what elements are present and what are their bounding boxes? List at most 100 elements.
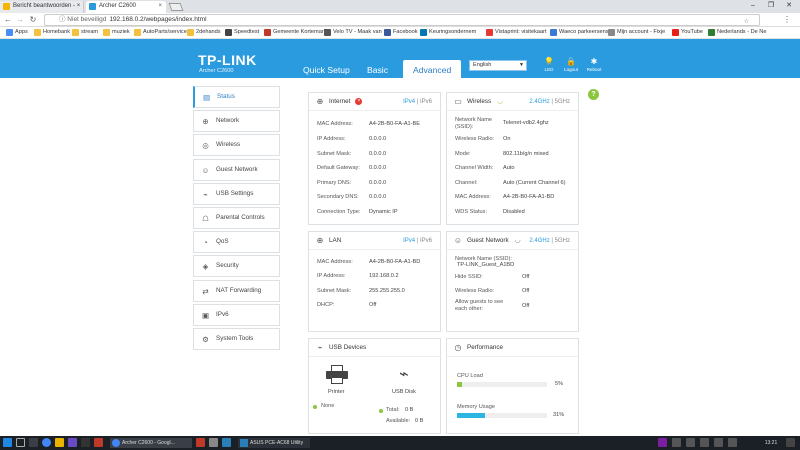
app-icon[interactable] [209,438,218,447]
field-value: 255.255.255.0 [369,288,405,294]
band-5-toggle[interactable]: 5GHz [555,99,570,105]
ipv4-toggle[interactable]: IPv4 [403,238,415,244]
field-value: Off [522,288,530,294]
bookmark-item[interactable]: Vistaprint: visitekaart [486,27,547,38]
menu-icon[interactable]: ⋮ [782,14,792,26]
tray-app-icon[interactable] [700,438,709,447]
band-24-toggle[interactable]: 2.4GHz [529,238,549,244]
bookmark-apps[interactable]: Apps [6,27,28,38]
chevron-down-icon: ▼ [519,62,524,68]
wifi-icon: ◎ [202,141,209,151]
field-label: Default Gateway: [317,165,360,171]
minimize-icon[interactable]: – [744,0,762,12]
sidebar-item-parental-controls[interactable]: ☖ Parental Controls [193,206,280,229]
linkedin-icon [420,29,427,36]
lan-title: ⊕ LAN IPv4 | IPv6 [309,232,440,250]
bookmark-item[interactable]: 2dehands [187,27,221,38]
field-label: Hide SSID: [455,274,483,280]
band-switch: 2.4GHz | 5GHz [529,238,570,244]
ipv6-toggle[interactable]: IPv6 [420,99,432,105]
tray-app-icon[interactable] [672,438,681,447]
reload-icon[interactable]: ↻ [28,14,38,26]
tab-basic[interactable]: Basic [367,65,388,75]
url-text: 192.168.0.2/webpages/index.html [109,16,207,23]
new-tab-button[interactable] [168,3,184,11]
bookmark-item[interactable]: YouTube [672,27,703,38]
ipv4-toggle[interactable]: IPv4 [403,99,415,105]
sidebar-item-nat-forwarding[interactable]: ⇄ NAT Forwarding [193,279,280,302]
led-button[interactable]: 💡 LED [537,57,561,72]
maximize-icon[interactable]: ❐ [762,0,780,12]
tplink-logo: TP-LINK [198,52,257,68]
reboot-button[interactable]: ✱ Reboot [582,57,606,72]
bookmark-item[interactable]: stream [72,27,98,38]
field-value: 0.0.0.0 [369,165,387,171]
sidebar-item-security[interactable]: ◈ Security [193,255,280,278]
sidebar-item-status[interactable]: ▤ Status [193,86,280,108]
url-input[interactable]: ⓘ Niet beveiligd 192.168.0.2/webpages/ind… [44,14,760,26]
band-24-toggle[interactable]: 2.4GHz [529,99,549,105]
windows-start-icon[interactable] [3,438,12,447]
field-label: Secondary DNS: [317,194,359,200]
sidebar-item-network[interactable]: ⊕ Network [193,110,280,133]
app-icon[interactable] [81,438,90,447]
bookmark-item[interactable]: Velo TV - Maak van [324,27,382,38]
bookmark-item[interactable]: AutoParts/service [134,27,187,38]
taskbar-chrome-window[interactable]: Archer C2600 - Googl... [110,438,192,448]
help-icon[interactable]: ? [588,89,599,100]
router-header: TP-LINK Archer C2600 Quick Setup Basic A… [0,39,800,78]
bookmark-item[interactable]: Nederlands - De Ne [708,27,766,38]
task-view-icon[interactable] [29,438,38,447]
folder-icon [103,29,110,36]
sidebar-item-usb-settings[interactable]: ⌁ USB Settings [193,182,280,205]
ipv6-toggle[interactable]: IPv6 [420,238,432,244]
volume-tray-icon[interactable] [728,438,737,447]
sidebar-item-wireless[interactable]: ◎ Wireless [193,134,280,157]
back-icon[interactable]: ← [3,14,13,26]
logout-button[interactable]: 🔒 Logout [559,57,583,72]
close-window-icon[interactable]: ✕ [780,0,798,12]
field-value: Telenet-vdb2.4ghz [503,120,549,126]
app-icon[interactable] [222,438,231,447]
file-explorer-icon[interactable] [55,438,64,447]
field-value: 192.168.0.2 [369,273,399,279]
network-tray-icon[interactable] [714,438,723,447]
sidebar-item-qos[interactable]: ◔ QoS [193,231,280,254]
taskbar-asus-window[interactable]: ASUS PCE-AC68 Utility [238,438,310,448]
field-label: Network Name (SSID): [455,117,492,130]
sidebar-item-ipv6[interactable]: ▣ IPv6 [193,303,280,326]
search-icon[interactable] [16,438,25,447]
tplink-favicon-icon [89,3,96,10]
field-value: 0.0.0.0 [369,180,387,186]
forward-icon[interactable]: → [15,14,25,26]
app-icon[interactable] [196,438,205,447]
bookmark-item[interactable]: Keuringsondernem [420,27,476,38]
bookmark-item[interactable]: Homebank [34,27,70,38]
tab-quick-setup[interactable]: Quick Setup [303,65,350,75]
memory-value: 31% [553,412,565,418]
folder-icon [34,29,41,36]
bookmark-item[interactable]: Speedtest [225,27,259,38]
sidebar-item-guest-network[interactable]: ☺ Guest Network [193,158,280,181]
band-5-toggle[interactable]: 5GHz [555,238,570,244]
bookmark-item[interactable]: Waeco parkeersens [550,27,609,38]
app-icon[interactable] [68,438,77,447]
bookmark-item[interactable]: Gemeente Kortemark [264,27,326,38]
clock[interactable]: 13:21 [760,438,782,448]
sidebar-item-system-tools[interactable]: ⚙ System Tools [193,327,280,350]
bookmark-item[interactable]: muziek [103,27,130,38]
close-tab-icon[interactable]: × [158,1,162,12]
notifications-icon[interactable] [786,438,795,447]
bookmark-item[interactable]: Mijn account - Fixje [608,27,665,38]
usb-disk-icon: ⌁ [399,366,409,383]
browser-tab-router[interactable]: Archer C2600 × [86,1,166,13]
tray-app-icon[interactable] [658,438,667,447]
language-select[interactable]: English ▼ [469,60,527,71]
bookmark-star-icon[interactable]: ☆ [744,17,749,27]
bookmark-item[interactable]: Facebook [384,27,418,38]
tab-advanced[interactable]: Advanced [403,60,462,78]
browser-tab-mail[interactable]: Bericht beantwoorden - × [0,1,84,13]
app-icon[interactable] [94,438,103,447]
chrome-icon[interactable] [42,438,51,447]
tray-app-icon[interactable] [686,438,695,447]
